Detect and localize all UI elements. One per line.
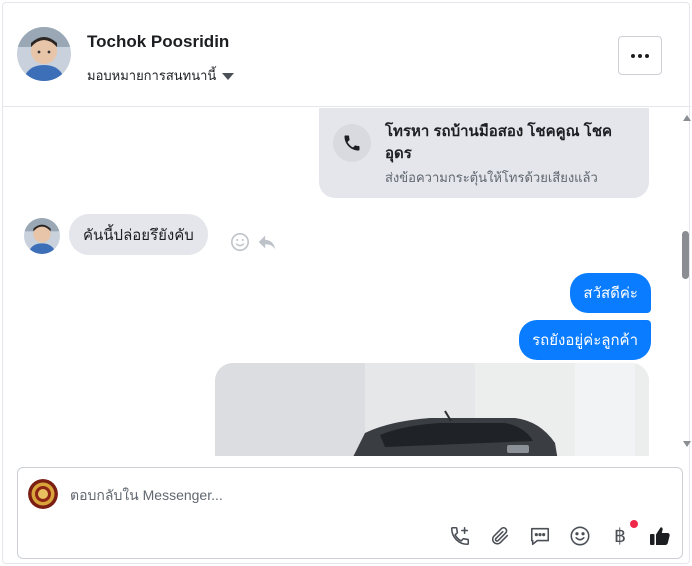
contact-avatar[interactable] <box>17 27 71 81</box>
page-avatar <box>28 479 58 509</box>
assign-conversation-dropdown[interactable]: มอบหมายการสนทนานี้ <box>87 65 235 85</box>
phone-icon <box>333 124 371 162</box>
notification-dot <box>630 520 638 528</box>
more-dots-icon <box>631 53 649 58</box>
car-photo-attachment[interactable] <box>215 363 649 456</box>
composer-toolbar: ฿ <box>448 520 672 550</box>
conversation-header: Tochok Poosridin มอบหมายการสนทนานี้ <box>3 3 691 107</box>
message-thread: โทรหา รถบ้านมือสอง โชคคูณ โชคอุดร ส่งข้อ… <box>3 108 691 456</box>
caret-down-icon <box>222 72 235 80</box>
reply-input[interactable] <box>70 484 630 506</box>
saved-reply-icon[interactable] <box>528 524 552 548</box>
conversation-panel: Tochok Poosridin มอบหมายการสนทนานี้ โทรห… <box>2 2 691 564</box>
baht-symbol: ฿ <box>613 525 627 547</box>
outgoing-message-bubble[interactable]: รถยังอยู่ค่ะลูกค้า <box>519 320 651 360</box>
react-emoji-icon[interactable] <box>230 232 250 252</box>
thread-scrollbar[interactable] <box>681 108 691 456</box>
more-options-button[interactable] <box>618 36 662 75</box>
outgoing-message-bubble[interactable]: สวัสดีค่ะ <box>570 273 651 313</box>
paperclip-icon[interactable] <box>488 524 512 548</box>
call-card-title: โทรหา รถบ้านมือสอง โชคคูณ โชคอุดร <box>385 123 613 162</box>
contact-name[interactable]: Tochok Poosridin <box>87 32 229 52</box>
call-prompt-card: โทรหา รถบ้านมือสอง โชคคูณ โชคอุดร ส่งข้อ… <box>319 108 649 198</box>
incoming-message-bubble[interactable]: คันนี้ปล่อยรึยังคับ <box>69 214 208 255</box>
scroll-up-arrow-icon[interactable] <box>683 115 691 121</box>
sender-avatar[interactable] <box>24 218 60 254</box>
baht-payment-icon[interactable]: ฿ <box>608 520 638 548</box>
reply-arrow-icon[interactable] <box>256 231 278 253</box>
scrollbar-thumb[interactable] <box>682 231 689 279</box>
call-card-subtitle: ส่งข้อความกระตุ้นให้โทรด้วยเสียงแล้ว <box>385 170 598 185</box>
assign-conversation-label: มอบหมายการสนทนานี้ <box>87 67 217 83</box>
reply-composer: ฿ <box>17 467 683 559</box>
thumbs-up-icon[interactable] <box>648 524 672 548</box>
scroll-down-arrow-icon[interactable] <box>683 441 691 447</box>
emoji-icon[interactable] <box>568 524 592 548</box>
call-add-icon[interactable] <box>448 524 472 548</box>
